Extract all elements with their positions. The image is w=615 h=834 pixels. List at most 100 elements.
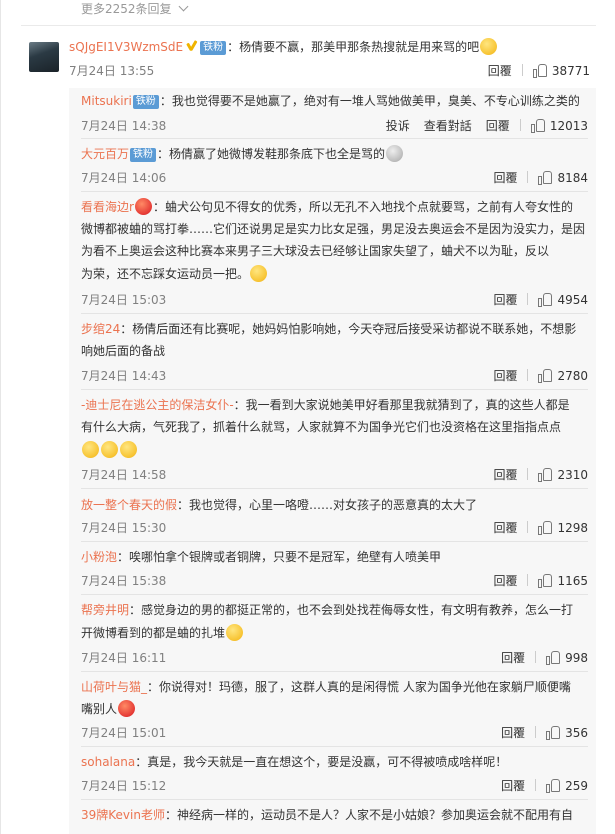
report-button[interactable]: 投诉 xyxy=(386,117,410,134)
divider xyxy=(535,726,537,738)
reply-button[interactable]: 回覆 xyxy=(488,62,512,79)
thumbs-up-icon[interactable] xyxy=(538,293,553,307)
thumbs-up-icon[interactable] xyxy=(538,521,553,535)
reply-text: 为看不上奥运会这种比赛本来男子三大球没去已经够让国家失望了，蛐犬不以为耻，反以 xyxy=(81,244,550,258)
avatar[interactable] xyxy=(29,42,59,72)
reply-actions: 回覆 998 xyxy=(487,649,588,666)
reply-actions: 回覆 8184 xyxy=(479,169,588,186)
reply-actions: 回覆 2780 xyxy=(479,367,588,384)
reply-time: 7月24日 16:11 xyxy=(81,651,167,665)
reply-time: 7月24日 15:38 xyxy=(81,574,167,588)
like-count[interactable]: 2310 xyxy=(557,468,588,482)
thumbs-up-icon[interactable] xyxy=(538,369,553,383)
divider xyxy=(527,293,529,305)
thumbs-up-icon[interactable] xyxy=(538,171,553,185)
reply-text: ：我也觉得要不是她赢了，绝对有一堆人骂她做美甲，臭美、不专心训练之类的 xyxy=(159,94,580,108)
fan-badge: 铁粉 xyxy=(132,95,159,109)
reply-time: 7月24日 14:43 xyxy=(81,369,167,383)
divider xyxy=(81,313,588,314)
reply-user[interactable]: 看看海边r xyxy=(81,200,134,214)
main-comment-user[interactable]: sQJgEI1V3WzmSdE xyxy=(69,40,183,54)
reply-actions: 回覆 2310 xyxy=(479,466,588,483)
reply-button[interactable]: 回覆 xyxy=(493,291,517,308)
reply-text: ：你说得对！玛德，服了，这群人真的是闲得慌 人家为国争光他在家躺尸顺便嘴 xyxy=(147,680,571,694)
reply-text: 开微博看到的都是蛐的扎堆 xyxy=(81,626,226,640)
thumbs-up-icon[interactable] xyxy=(538,574,553,588)
reply-button[interactable]: 回覆 xyxy=(493,466,517,483)
divider xyxy=(527,521,529,533)
reply-line: 大元百万 铁粉 ：杨倩赢了她微博发鞋那条底下也全是骂的 xyxy=(81,143,404,165)
like-count[interactable]: 1298 xyxy=(557,521,588,535)
reply-user[interactable]: 大元百万 xyxy=(81,147,129,161)
reply-line: 看看海边r ：蛐犬公句见不得女的优秀，所以无孔不入地找个点就要骂，之前有人夸女性的 xyxy=(81,196,573,218)
like-count[interactable]: 8184 xyxy=(557,171,588,185)
divider xyxy=(521,64,523,76)
reply-time: 7月24日 14:38 xyxy=(81,119,167,133)
emoji-icon xyxy=(480,38,498,55)
reply-text: ：唉哪怕拿个银牌或者铜牌，只要不是冠军，绝壁有人喷美甲 xyxy=(117,550,442,564)
thumbs-up-icon[interactable] xyxy=(532,64,547,78)
divider xyxy=(21,25,596,26)
comment-card: 更多2252条回复 sQJgEI1V3WzmSdE 铁粉 ：杨倩要不赢，那美甲那条热… xyxy=(0,0,615,834)
reply-line: 小粉泡：唉哪怕拿个银牌或者铜牌，只要不是冠军，绝壁有人喷美甲 xyxy=(81,546,441,568)
thumbs-up-icon[interactable] xyxy=(546,726,561,740)
reply-user[interactable]: sohalana xyxy=(81,755,135,769)
fan-badge: 铁粉 xyxy=(200,41,227,55)
more-replies-link[interactable]: 更多2252条回复 xyxy=(81,0,188,18)
like-count[interactable]: 2780 xyxy=(557,369,588,383)
reply-button[interactable]: 回覆 xyxy=(501,724,525,741)
reply-user[interactable]: 步绾24 xyxy=(81,322,120,336)
like-count[interactable]: 38771 xyxy=(552,64,590,78)
reply-time: 7月24日 15:01 xyxy=(81,726,167,740)
reply-line: 步绾24：杨倩后面还有比赛呢，她妈妈怕影响她，今天夺冠后接受采访都说不联系她，不… xyxy=(81,318,576,340)
like-count[interactable]: 998 xyxy=(565,651,588,665)
reply-actions: 回覆 259 xyxy=(487,777,588,794)
reply-button[interactable]: 回覆 xyxy=(501,777,525,794)
divider xyxy=(81,541,588,542)
more-replies-label[interactable]: 更多2252条回复 xyxy=(81,2,172,16)
chevron-down-icon[interactable] xyxy=(178,1,188,12)
reply-text: ：感觉身边的男的都挺正常的，也不会到处找茬侮辱女性，有文明有教养，怎么一打 xyxy=(129,603,574,617)
like-count[interactable]: 356 xyxy=(565,726,588,740)
fan-badge: 铁粉 xyxy=(130,148,157,162)
view-conversation-button[interactable]: 查看對話 xyxy=(424,117,472,134)
divider xyxy=(81,191,588,192)
thumbs-up-icon[interactable] xyxy=(546,779,561,793)
reply-button[interactable]: 回覆 xyxy=(486,117,510,134)
emoji-icon xyxy=(386,145,404,162)
reply-button[interactable]: 回覆 xyxy=(493,169,517,186)
like-count[interactable]: 259 xyxy=(565,779,588,793)
reply-button[interactable]: 回覆 xyxy=(493,519,517,536)
divider xyxy=(535,779,537,791)
thumbs-up-icon[interactable] xyxy=(538,468,553,482)
reply-text: ：蛐犬公句见不得女的优秀，所以无孔不入地找个点就要骂，之前有人夸女性的 xyxy=(152,200,573,214)
like-count[interactable]: 1165 xyxy=(557,574,588,588)
reply-user[interactable]: 帮旁井明 xyxy=(81,603,129,617)
divider xyxy=(527,369,529,381)
reply-user[interactable]: -迪士尼在逃公主的保洁女仆- xyxy=(81,398,234,412)
reply-user[interactable]: Mitsukiri xyxy=(81,94,132,108)
reply-user[interactable]: 小粉泡 xyxy=(81,550,117,564)
like-count[interactable]: 12013 xyxy=(550,119,588,133)
reply-text: ：我一看到大家说她美甲好看那里我就猜到了，真的这些人都是 xyxy=(233,398,570,412)
reply-line: 山荷叶与猫_：你说得对！玛德，服了，这群人真的是闲得慌 人家为国争光他在家躺尸顺… xyxy=(81,676,571,698)
reply-user[interactable]: 放一整个春天的假 xyxy=(81,498,177,512)
divider xyxy=(81,799,588,800)
emoji-row xyxy=(81,441,138,458)
verified-v-icon xyxy=(185,40,197,52)
reply-user[interactable]: 山荷叶与猫_ xyxy=(81,680,147,694)
reply-line: 39牌Kevin老师：神经病一样的，运动员不是人？人家不是小姑娘？参加奥运会就不… xyxy=(81,804,573,826)
reply-text-line: 响她后面的备战 xyxy=(81,344,166,358)
reply-text: 嘴别人 xyxy=(81,702,118,716)
divider xyxy=(81,389,588,390)
reply-button[interactable]: 回覆 xyxy=(501,649,525,666)
reply-user[interactable]: 39牌Kevin老师 xyxy=(81,808,165,822)
reply-text-line: 嘴别人 xyxy=(81,698,136,720)
thumbs-up-icon[interactable] xyxy=(546,651,561,665)
reply-button[interactable]: 回覆 xyxy=(493,572,517,589)
like-count[interactable]: 4954 xyxy=(557,293,588,307)
divider xyxy=(535,651,537,663)
reply-button[interactable]: 回覆 xyxy=(493,367,517,384)
emoji-icon xyxy=(118,700,136,717)
thumbs-up-icon[interactable] xyxy=(530,119,545,133)
